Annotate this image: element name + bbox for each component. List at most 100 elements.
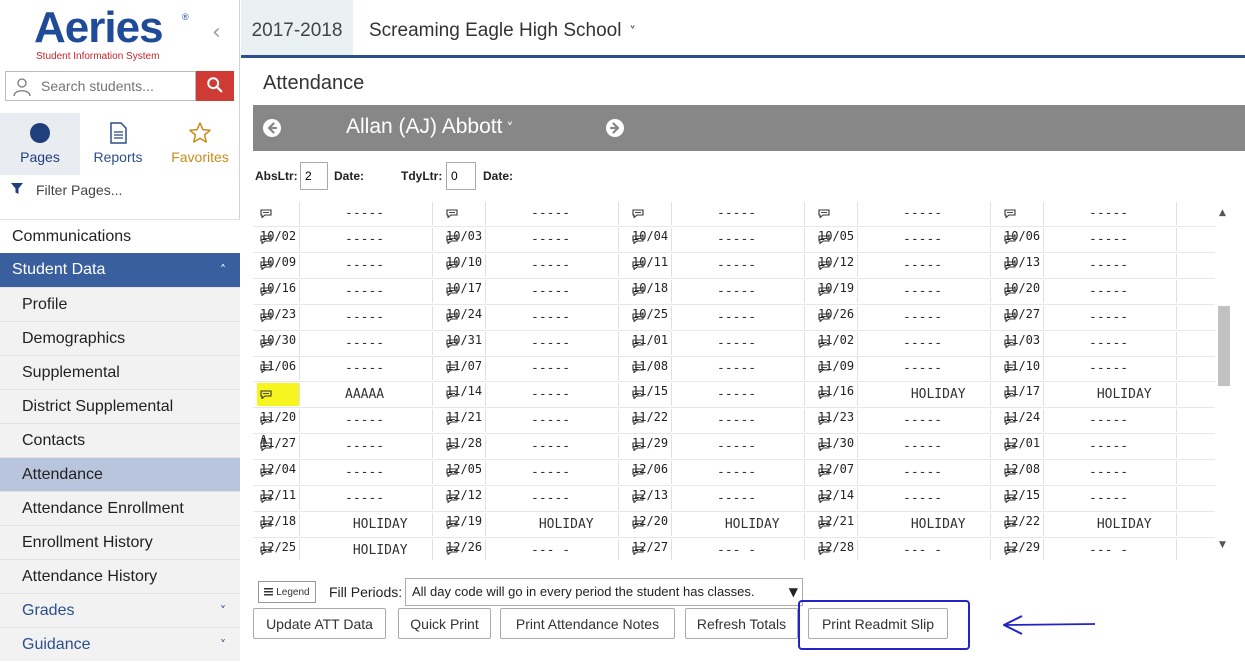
note-bubble-icon[interactable] [446, 364, 458, 374]
attendance-code[interactable]: ----- [895, 305, 991, 329]
attendance-code[interactable]: ----- [709, 331, 805, 355]
note-bubble-icon[interactable] [632, 313, 644, 322]
attendance-code[interactable]: ----- [523, 409, 619, 433]
note-bubble-icon[interactable] [260, 364, 272, 374]
attendance-code[interactable]: ----- [523, 227, 619, 251]
calendar-date[interactable]: 11/03 [1001, 305, 1045, 347]
attendance-code[interactable]: ----- [337, 409, 433, 433]
calendar-date[interactable]: 11/06 [257, 331, 301, 373]
attendance-code[interactable]: ----- [709, 486, 805, 510]
note-bubble-icon[interactable] [1004, 209, 1016, 218]
attendance-code[interactable]: ----- [337, 486, 433, 510]
attendance-code[interactable]: --- - [523, 538, 619, 560]
calendar-date[interactable]: 10/05 [815, 202, 859, 243]
attendance-code[interactable]: ----- [895, 461, 991, 484]
note-bubble-icon[interactable] [818, 442, 830, 452]
attendance-code[interactable]: ----- [337, 202, 433, 225]
sidebar-item-district-supplemental[interactable]: District Supplemental [0, 389, 240, 423]
calendar-date[interactable]: 12/15 [1001, 461, 1045, 502]
sidebar-item-student-data[interactable]: Student Data ˄ [0, 253, 240, 287]
scroll-thumb[interactable] [1218, 306, 1230, 386]
note-bubble-icon[interactable] [818, 235, 830, 244]
attendance-code[interactable]: ----- [1081, 227, 1177, 251]
note-bubble-icon[interactable] [260, 468, 272, 477]
note-bubble-icon[interactable] [632, 338, 644, 348]
attendance-code[interactable]: ----- [523, 357, 619, 381]
attendance-code[interactable]: ----- [1081, 461, 1177, 484]
sidebar-item-guidance[interactable]: Guidance ˅ [0, 627, 240, 661]
calendar-date[interactable]: 11/07 [443, 331, 487, 373]
attendance-code[interactable]: ----- [709, 435, 805, 459]
note-bubble-icon[interactable] [818, 468, 830, 477]
attendance-code[interactable]: ----- [1081, 279, 1177, 303]
note-bubble-icon[interactable] [1004, 364, 1016, 374]
attendance-code[interactable]: ----- [895, 279, 991, 303]
note-bubble-icon[interactable] [818, 287, 830, 296]
calendar-date[interactable]: 10/11 [629, 227, 673, 269]
calendar-date[interactable]: 10/23 [257, 279, 301, 321]
note-bubble-icon[interactable] [818, 209, 830, 218]
attendance-code[interactable]: ----- [895, 253, 991, 277]
school-selector[interactable]: Screaming Eagle High School ˅ [369, 0, 636, 55]
attendance-code[interactable]: AAAAA [337, 383, 433, 407]
calendar-date[interactable]: 11/29 [629, 409, 673, 450]
note-bubble-icon[interactable] [1004, 338, 1016, 348]
aeries-logo[interactable]: Aeries ® Student Information System [34, 6, 194, 66]
scroll-up-arrow-icon[interactable]: ▲ [1219, 208, 1226, 218]
calendar-date[interactable]: 11/10 [1001, 331, 1045, 373]
calendar-date[interactable]: 10/10 [443, 227, 487, 269]
note-bubble-icon[interactable] [632, 364, 644, 374]
fill-periods-select[interactable]: All day code will go in every period the… [405, 578, 803, 606]
attendance-code[interactable]: --- - [895, 538, 991, 560]
attendance-code[interactable]: ----- [709, 409, 805, 433]
attendance-code[interactable]: ----- [895, 227, 991, 251]
abs-letter-input[interactable] [300, 162, 328, 190]
calendar-date[interactable]: 11/21 [443, 383, 487, 424]
note-bubble-icon[interactable] [1004, 287, 1016, 296]
note-bubble-icon[interactable] [818, 390, 830, 400]
calendar-date[interactable]: 10/25 [629, 279, 673, 321]
attendance-code[interactable]: ----- [709, 279, 805, 303]
note-bubble-icon[interactable] [1004, 416, 1016, 426]
note-bubble-icon[interactable] [632, 390, 644, 400]
attendance-code[interactable]: ----- [709, 227, 805, 251]
note-bubble-icon[interactable] [818, 520, 830, 529]
calendar-date[interactable]: 10/02 [257, 202, 301, 243]
attendance-code[interactable]: ----- [337, 227, 433, 251]
refresh-totals-button[interactable]: Refresh Totals [685, 608, 798, 639]
attendance-code[interactable]: HOLIDAY [1081, 512, 1177, 536]
calendar-date[interactable]: 11/13 [257, 357, 301, 398]
note-bubble-icon[interactable] [446, 494, 458, 503]
attendance-code[interactable]: ----- [709, 357, 805, 381]
calendar-date[interactable]: 11/09 [815, 331, 859, 373]
attendance-code[interactable]: ----- [337, 357, 433, 381]
note-bubble-icon[interactable] [632, 442, 644, 452]
attendance-code[interactable]: ----- [895, 435, 991, 459]
note-bubble-icon[interactable] [260, 390, 272, 400]
calendar-date[interactable]: 12/21 [815, 486, 859, 528]
attendance-code[interactable]: ----- [895, 486, 991, 510]
calendar-date[interactable]: 10/04 [629, 202, 673, 243]
attendance-code[interactable]: ----- [337, 435, 433, 459]
calendar-date[interactable]: 11/01 [629, 305, 673, 347]
note-bubble-icon[interactable] [260, 546, 272, 555]
sidebar-item-profile[interactable]: Profile [0, 287, 240, 321]
calendar-date[interactable]: 11/15 [629, 357, 673, 398]
note-bubble-icon[interactable] [1004, 235, 1016, 244]
sidebar-item-contacts[interactable]: Contacts [0, 423, 240, 457]
note-bubble-icon[interactable] [446, 390, 458, 400]
calendar-date[interactable]: 10/24 [443, 279, 487, 321]
attendance-code[interactable]: HOLIDAY [337, 512, 433, 536]
filter-pages[interactable]: Filter Pages... [0, 177, 240, 205]
note-bubble-icon[interactable] [446, 546, 458, 555]
tab-pages[interactable]: Pages [0, 113, 80, 175]
calendar-date[interactable]: 12/28 [815, 512, 859, 554]
attendance-code[interactable]: HOLIDAY [1081, 383, 1177, 407]
calendar-date[interactable]: 12/11 [257, 461, 301, 502]
calendar-date[interactable]: 11/24 [1001, 383, 1045, 424]
note-bubble-icon[interactable] [260, 416, 272, 426]
note-bubble-icon[interactable] [446, 338, 458, 348]
attendance-code[interactable]: ----- [709, 305, 805, 329]
note-bubble-icon[interactable] [632, 287, 644, 296]
attendance-code[interactable]: ----- [337, 253, 433, 277]
